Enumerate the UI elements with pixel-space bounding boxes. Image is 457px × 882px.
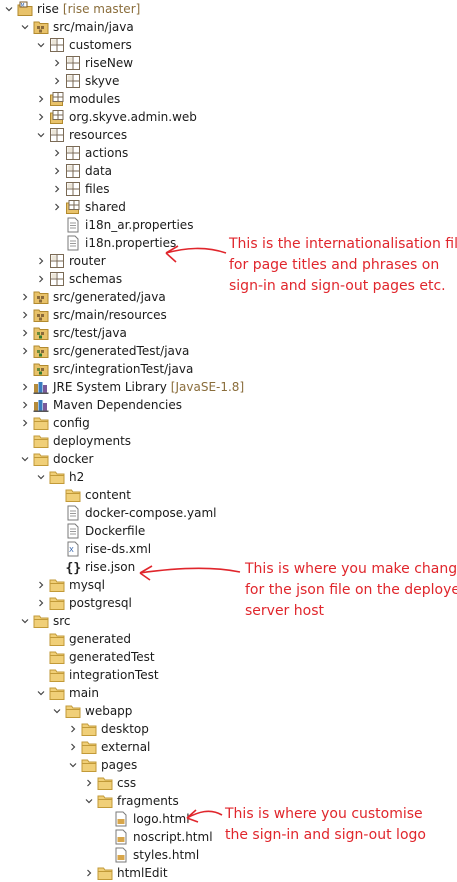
arrow-logo [186, 809, 223, 823]
annotation-json-line1: This is where you make changes [245, 561, 457, 577]
annotation-logo-line1: This is where you customise [225, 806, 423, 822]
annotation-logo-line2: the sign-in and sign-out logo [225, 827, 426, 843]
annotation-i18n-line2: for page titles and phrases on [229, 257, 440, 273]
annotation-arrows [139, 245, 241, 823]
annotation-json: This is where you make changes for the j… [245, 559, 457, 622]
annotation-i18n-line3: sign-in and sign-out pages etc. [229, 278, 446, 294]
annotation-json-line2: for the json file on the deployed [245, 582, 457, 598]
annotation-i18n: This is the internationalisation file fo… [229, 234, 457, 297]
annotation-json-line3: server host [245, 603, 324, 619]
annotation-logo: This is where you customise the sign-in … [225, 804, 426, 846]
arrow-json [139, 565, 241, 581]
annotation-i18n-line1: This is the internationalisation file [229, 236, 457, 252]
arrow-i18n [165, 245, 227, 263]
